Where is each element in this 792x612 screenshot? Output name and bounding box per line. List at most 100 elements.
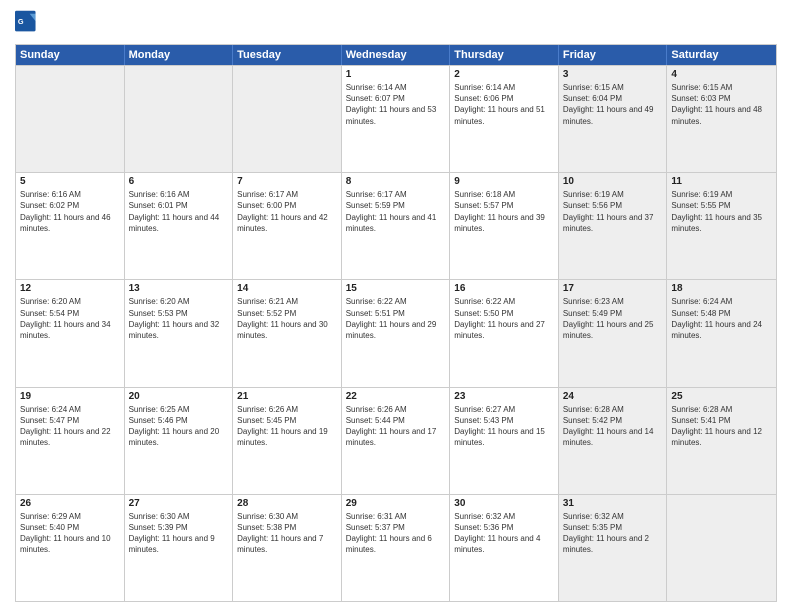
cell-info: Sunrise: 6:22 AM Sunset: 5:50 PM Dayligh… xyxy=(454,296,554,341)
cell-info: Sunrise: 6:28 AM Sunset: 5:41 PM Dayligh… xyxy=(671,404,772,449)
cell-info: Sunrise: 6:20 AM Sunset: 5:54 PM Dayligh… xyxy=(20,296,120,341)
cell-info: Sunrise: 6:30 AM Sunset: 5:39 PM Dayligh… xyxy=(129,511,229,556)
calendar-cell: 29 Sunrise: 6:31 AM Sunset: 5:37 PM Dayli… xyxy=(342,495,451,601)
cell-info: Sunrise: 6:29 AM Sunset: 5:40 PM Dayligh… xyxy=(20,511,120,556)
day-number: 15 xyxy=(346,283,446,294)
calendar-cell: 28Sunrise: 6:30 AM Sunset: 5:38 PM Dayli… xyxy=(233,495,342,601)
cell-info: Sunrise: 6:32 AM Sunset: 5:36 PM Dayligh… xyxy=(454,511,554,556)
day-number: 10 xyxy=(563,176,663,187)
calendar-cell: 14Sunrise: 6:21 AM Sunset: 5:52 PM Dayli… xyxy=(233,280,342,386)
cell-info: Sunrise: 6:24 AM Sunset: 5:48 PM Dayligh… xyxy=(671,296,772,341)
calendar-cell: 20 Sunrise: 6:25 AM Sunset: 5:46 PM Dayli… xyxy=(125,388,234,494)
cell-info: Sunrise: 6:16 AM Sunset: 6:01 PM Dayligh… xyxy=(129,189,229,234)
cell-info: Sunrise: 6:26 AM Sunset: 5:44 PM Dayligh… xyxy=(346,404,446,449)
day-number: 18 xyxy=(671,283,772,294)
calendar-header: SundayMondayTuesdayWednesdayThursdayFrid… xyxy=(16,45,776,65)
day-number: 12 xyxy=(20,283,120,294)
calendar-cell: 7Sunrise: 6:17 AM Sunset: 6:00 PM Daylig… xyxy=(233,173,342,279)
day-number: 20 xyxy=(129,391,229,402)
day-number: 22 xyxy=(346,391,446,402)
cell-info: Sunrise: 6:16 AM Sunset: 6:02 PM Dayligh… xyxy=(20,189,120,234)
cell-info: Sunrise: 6:24 AM Sunset: 5:47 PM Dayligh… xyxy=(20,404,120,449)
calendar-cell: 16 Sunrise: 6:22 AM Sunset: 5:50 PM Dayli… xyxy=(450,280,559,386)
cell-info: Sunrise: 6:19 AM Sunset: 5:55 PM Dayligh… xyxy=(671,189,772,234)
cell-info: Sunrise: 6:15 AM Sunset: 6:04 PM Dayligh… xyxy=(563,82,663,127)
cell-info: Sunrise: 6:26 AM Sunset: 5:45 PM Dayligh… xyxy=(237,404,337,449)
svg-text:G: G xyxy=(18,17,24,26)
day-number: 11 xyxy=(671,176,772,187)
weekday-header-friday: Friday xyxy=(559,45,668,65)
cell-info: Sunrise: 6:25 AM Sunset: 5:46 PM Dayligh… xyxy=(129,404,229,449)
calendar-cell: 23 Sunrise: 6:27 AM Sunset: 5:43 PM Dayli… xyxy=(450,388,559,494)
calendar-cell xyxy=(16,66,125,172)
weekday-header-tuesday: Tuesday xyxy=(233,45,342,65)
calendar-row-2: 12 Sunrise: 6:20 AM Sunset: 5:54 PM Dayli… xyxy=(16,279,776,386)
day-number: 5 xyxy=(20,176,120,187)
cell-info: Sunrise: 6:17 AM Sunset: 5:59 PM Dayligh… xyxy=(346,189,446,234)
cell-info: Sunrise: 6:18 AM Sunset: 5:57 PM Dayligh… xyxy=(454,189,554,234)
day-number: 30 xyxy=(454,498,554,509)
calendar-cell: 1 Sunrise: 6:14 AM Sunset: 6:07 PM Daylig… xyxy=(342,66,451,172)
day-number: 9 xyxy=(454,176,554,187)
calendar-cell: 9 Sunrise: 6:18 AM Sunset: 5:57 PM Daylig… xyxy=(450,173,559,279)
cell-info: Sunrise: 6:14 AM Sunset: 6:06 PM Dayligh… xyxy=(454,82,554,127)
cell-info: Sunrise: 6:19 AM Sunset: 5:56 PM Dayligh… xyxy=(563,189,663,234)
cell-info: Sunrise: 6:15 AM Sunset: 6:03 PM Dayligh… xyxy=(671,82,772,127)
day-number: 4 xyxy=(671,69,772,80)
day-number: 23 xyxy=(454,391,554,402)
day-number: 1 xyxy=(346,69,446,80)
cell-info: Sunrise: 6:30 AM Sunset: 5:38 PM Dayligh… xyxy=(237,511,337,556)
weekday-header-thursday: Thursday xyxy=(450,45,559,65)
day-number: 8 xyxy=(346,176,446,187)
day-number: 6 xyxy=(129,176,229,187)
cell-info: Sunrise: 6:28 AM Sunset: 5:42 PM Dayligh… xyxy=(563,404,663,449)
day-number: 16 xyxy=(454,283,554,294)
day-number: 2 xyxy=(454,69,554,80)
page-header: G xyxy=(15,10,777,38)
calendar-cell: 2 Sunrise: 6:14 AM Sunset: 6:06 PM Daylig… xyxy=(450,66,559,172)
calendar-row-1: 5 Sunrise: 6:16 AM Sunset: 6:02 PM Daylig… xyxy=(16,172,776,279)
weekday-header-wednesday: Wednesday xyxy=(342,45,451,65)
day-number: 21 xyxy=(237,391,337,402)
calendar-cell: 26 Sunrise: 6:29 AM Sunset: 5:40 PM Dayli… xyxy=(16,495,125,601)
weekday-header-saturday: Saturday xyxy=(667,45,776,65)
cell-info: Sunrise: 6:20 AM Sunset: 5:53 PM Dayligh… xyxy=(129,296,229,341)
calendar-row-0: 1 Sunrise: 6:14 AM Sunset: 6:07 PM Daylig… xyxy=(16,65,776,172)
calendar-row-3: 19Sunrise: 6:24 AM Sunset: 5:47 PM Dayli… xyxy=(16,387,776,494)
calendar-cell: 11 Sunrise: 6:19 AM Sunset: 5:55 PM Dayli… xyxy=(667,173,776,279)
weekday-header-sunday: Sunday xyxy=(16,45,125,65)
calendar-cell: 21 Sunrise: 6:26 AM Sunset: 5:45 PM Dayli… xyxy=(233,388,342,494)
day-number: 13 xyxy=(129,283,229,294)
cell-info: Sunrise: 6:23 AM Sunset: 5:49 PM Dayligh… xyxy=(563,296,663,341)
calendar-cell: 10 Sunrise: 6:19 AM Sunset: 5:56 PM Dayli… xyxy=(559,173,668,279)
calendar-cell xyxy=(125,66,234,172)
logo-icon: G xyxy=(15,10,37,38)
calendar-cell: 24 Sunrise: 6:28 AM Sunset: 5:42 PM Dayli… xyxy=(559,388,668,494)
day-number: 24 xyxy=(563,391,663,402)
weekday-header-monday: Monday xyxy=(125,45,234,65)
cell-info: Sunrise: 6:17 AM Sunset: 6:00 PM Dayligh… xyxy=(237,189,337,234)
logo: G xyxy=(15,10,39,38)
calendar-cell: 27 Sunrise: 6:30 AM Sunset: 5:39 PM Dayli… xyxy=(125,495,234,601)
calendar: SundayMondayTuesdayWednesdayThursdayFrid… xyxy=(15,44,777,602)
calendar-cell: 17Sunrise: 6:23 AM Sunset: 5:49 PM Dayli… xyxy=(559,280,668,386)
cell-info: Sunrise: 6:21 AM Sunset: 5:52 PM Dayligh… xyxy=(237,296,337,341)
calendar-row-4: 26 Sunrise: 6:29 AM Sunset: 5:40 PM Dayli… xyxy=(16,494,776,601)
calendar-cell xyxy=(233,66,342,172)
calendar-cell: 8 Sunrise: 6:17 AM Sunset: 5:59 PM Daylig… xyxy=(342,173,451,279)
day-number: 31 xyxy=(563,498,663,509)
cell-info: Sunrise: 6:22 AM Sunset: 5:51 PM Dayligh… xyxy=(346,296,446,341)
day-number: 25 xyxy=(671,391,772,402)
day-number: 26 xyxy=(20,498,120,509)
calendar-cell: 3Sunrise: 6:15 AM Sunset: 6:04 PM Daylig… xyxy=(559,66,668,172)
cell-info: Sunrise: 6:27 AM Sunset: 5:43 PM Dayligh… xyxy=(454,404,554,449)
calendar-cell: 15 Sunrise: 6:22 AM Sunset: 5:51 PM Dayli… xyxy=(342,280,451,386)
day-number: 29 xyxy=(346,498,446,509)
calendar-cell: 12 Sunrise: 6:20 AM Sunset: 5:54 PM Dayli… xyxy=(16,280,125,386)
calendar-cell: 22 Sunrise: 6:26 AM Sunset: 5:44 PM Dayli… xyxy=(342,388,451,494)
cell-info: Sunrise: 6:14 AM Sunset: 6:07 PM Dayligh… xyxy=(346,82,446,127)
calendar-cell: 4 Sunrise: 6:15 AM Sunset: 6:03 PM Daylig… xyxy=(667,66,776,172)
cell-info: Sunrise: 6:31 AM Sunset: 5:37 PM Dayligh… xyxy=(346,511,446,556)
day-number: 27 xyxy=(129,498,229,509)
calendar-cell xyxy=(667,495,776,601)
